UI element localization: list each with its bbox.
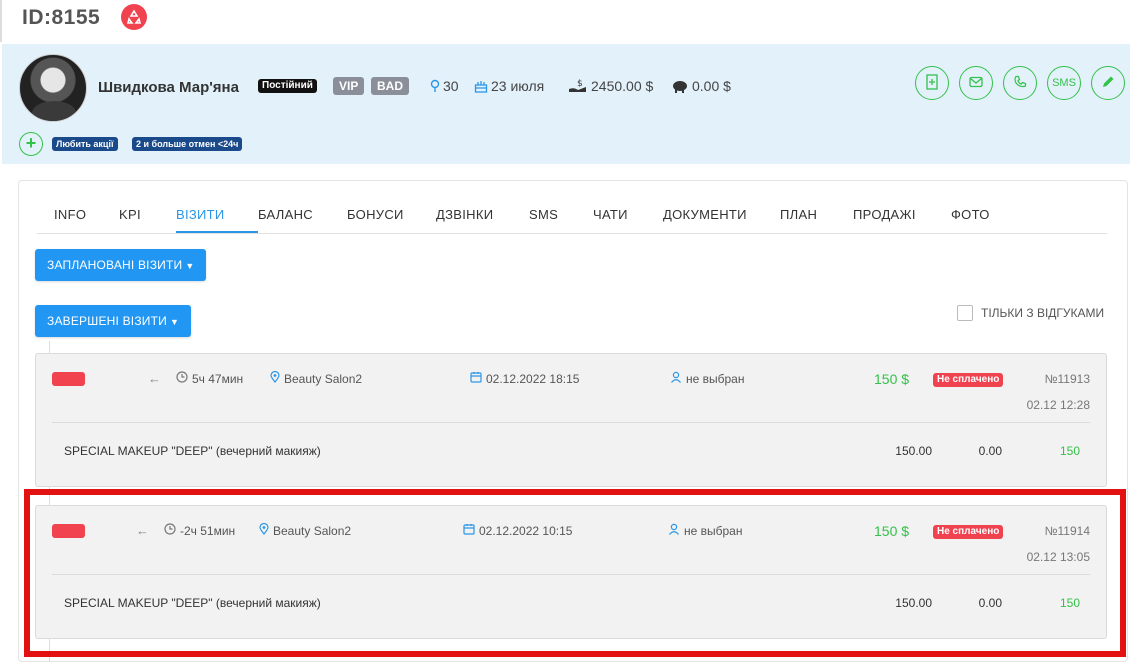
service-discount: 0.00: [978, 596, 1002, 610]
visit-master: не выбран: [670, 371, 744, 386]
visit-date: 02.12.2022 10:15: [463, 523, 572, 538]
avatar: [19, 54, 87, 122]
client-name: Швидкова Мар'яна: [98, 79, 239, 96]
only-reviews-filter[interactable]: ТІЛЬКИ З ВІДГУКАМИ: [957, 305, 1104, 321]
visit-salon: Beauty Salon2: [270, 370, 362, 386]
pin-icon: [430, 79, 440, 93]
badge-bad: BAD: [371, 77, 409, 95]
service-name: SPECIAL MAKEUP "DEEP" (вечерний макияж): [64, 596, 321, 610]
visit-status-badge: .........: [52, 372, 86, 386]
service-cost: 150.00: [895, 596, 932, 610]
money-hand-icon: $: [568, 78, 588, 94]
birthday-value: 23 июля: [491, 78, 545, 94]
tag-cancellations: 2 и больше отмен <24ч: [132, 137, 243, 151]
age-stat: 30: [430, 78, 459, 94]
tab-plan[interactable]: ПЛАН: [780, 207, 817, 222]
tab-balance[interactable]: БАЛАНС: [258, 207, 313, 222]
visit-duration: -2ч 51мин: [164, 523, 235, 538]
pencil-icon: [1101, 75, 1115, 92]
balance-stat: $ 2450.00 $: [568, 78, 653, 94]
active-tab-indicator: [176, 231, 258, 233]
planned-visits-label: ЗАПЛАНОВАНІ ВІЗИТИ: [47, 258, 183, 272]
service-total: 150: [1059, 596, 1080, 610]
tab-bonuses[interactable]: БОНУСИ: [347, 207, 404, 222]
location-pin-icon: [270, 370, 280, 386]
visit-date: 02.12.2022 18:15: [470, 371, 579, 386]
clock-icon: [176, 371, 188, 386]
recycle-icon[interactable]: [121, 4, 147, 30]
service-discount: 0.00: [978, 444, 1002, 458]
only-reviews-checkbox[interactable]: [957, 305, 973, 321]
tab-sales[interactable]: ПРОДАЖІ: [853, 207, 916, 222]
sms-button[interactable]: SMS: [1047, 66, 1081, 100]
visit-duration: 5ч 47мин: [176, 371, 243, 386]
tab-info[interactable]: INFO: [54, 207, 86, 222]
visit-master: не выбран: [668, 523, 742, 538]
visit-number[interactable]: №11914: [1045, 524, 1090, 538]
only-reviews-label: ТІЛЬКИ З ВІДГУКАМИ: [981, 306, 1105, 320]
visit-price: 150 $: [874, 523, 910, 539]
user-icon: [670, 371, 682, 386]
divider: [52, 574, 1090, 575]
completed-visits-label: ЗАВЕРШЕНІ ВІЗИТИ: [47, 314, 167, 328]
visit-status-badge: .........: [52, 524, 86, 538]
tab-bar: INFO KPI ВІЗИТИ БАЛАНС БОНУСИ ДЗВІНКИ SM…: [37, 181, 1107, 234]
visit-created-time: 02.12 12:28: [1026, 398, 1090, 412]
tab-sms[interactable]: SMS: [529, 207, 558, 222]
tab-documents[interactable]: ДОКУМЕНТИ: [663, 207, 747, 222]
service-total: 150: [1059, 444, 1080, 458]
cake-icon: [474, 79, 488, 93]
user-icon: [668, 523, 680, 538]
calendar-icon: [463, 523, 475, 538]
birthday-stat: 23 июля: [474, 78, 544, 94]
calendar-icon: [470, 371, 482, 386]
call-button[interactable]: [1003, 66, 1037, 100]
svg-text:$: $: [577, 79, 583, 89]
payment-status-badge: Не сплачено: [933, 373, 1004, 387]
edit-button[interactable]: [1091, 66, 1125, 100]
client-id: ID:8155: [22, 6, 101, 29]
visit-card[interactable]: ......... ← -2ч 51мин Beauty Salon2 02.1…: [35, 505, 1107, 639]
visit-created-time: 02.12 13:05: [1026, 550, 1090, 564]
document-plus-icon: [925, 73, 939, 93]
age-value: 30: [443, 78, 459, 94]
tab-visits[interactable]: ВІЗИТИ: [176, 207, 225, 222]
client-card: INFO KPI ВІЗИТИ БАЛАНС БОНУСИ ДЗВІНКИ SM…: [18, 180, 1128, 662]
clock-icon: [164, 523, 176, 538]
payment-status-badge: Не сплачено: [933, 525, 1004, 539]
savings-stat: 0.00 $: [671, 78, 731, 94]
tag-loves-promos: Любить акції: [52, 137, 118, 151]
top-bar: ID:8155: [0, 0, 1130, 42]
balance-value: 2450.00 $: [591, 78, 654, 94]
arrow-left-icon[interactable]: ←: [136, 523, 149, 538]
visit-price: 150 $: [874, 371, 910, 387]
service-cost: 150.00: [895, 444, 932, 458]
arrow-left-icon[interactable]: ←: [148, 371, 161, 386]
envelope-icon: [969, 76, 983, 91]
savings-value: 0.00 $: [692, 78, 731, 94]
location-pin-icon: [259, 522, 269, 538]
tab-kpi[interactable]: KPI: [119, 207, 141, 222]
service-name: SPECIAL MAKEUP "DEEP" (вечерний макияж): [64, 444, 321, 458]
chevron-down-icon: ▼: [169, 317, 180, 327]
badge-permanent: Постійний: [258, 79, 317, 93]
tab-chats[interactable]: ЧАТИ: [593, 207, 628, 222]
tab-photo[interactable]: ФОТО: [951, 207, 990, 222]
tab-calls[interactable]: ДЗВІНКИ: [436, 207, 493, 222]
visit-card[interactable]: ......... ← 5ч 47мин Beauty Salon2 02.12…: [35, 353, 1107, 487]
email-button[interactable]: [959, 66, 993, 100]
completed-visits-button[interactable]: ЗАВЕРШЕНІ ВІЗИТИ ▼: [35, 305, 192, 337]
chevron-down-icon: ▼: [185, 261, 195, 271]
visit-salon: Beauty Salon2: [259, 522, 351, 538]
piggy-bank-icon: [671, 79, 689, 93]
add-tag-button[interactable]: +: [19, 132, 43, 156]
add-document-button[interactable]: [915, 66, 949, 100]
sms-label: SMS: [1052, 77, 1076, 89]
badge-vip: VIP: [333, 77, 365, 95]
phone-icon: [1013, 75, 1027, 92]
planned-visits-button[interactable]: ЗАПЛАНОВАНІ ВІЗИТИ ▼: [35, 249, 207, 281]
profile-header: Швидкова Мар'яна Постійний VIP BAD 30 23…: [2, 44, 1130, 164]
divider: [52, 422, 1090, 423]
visit-number[interactable]: №11913: [1045, 372, 1090, 386]
